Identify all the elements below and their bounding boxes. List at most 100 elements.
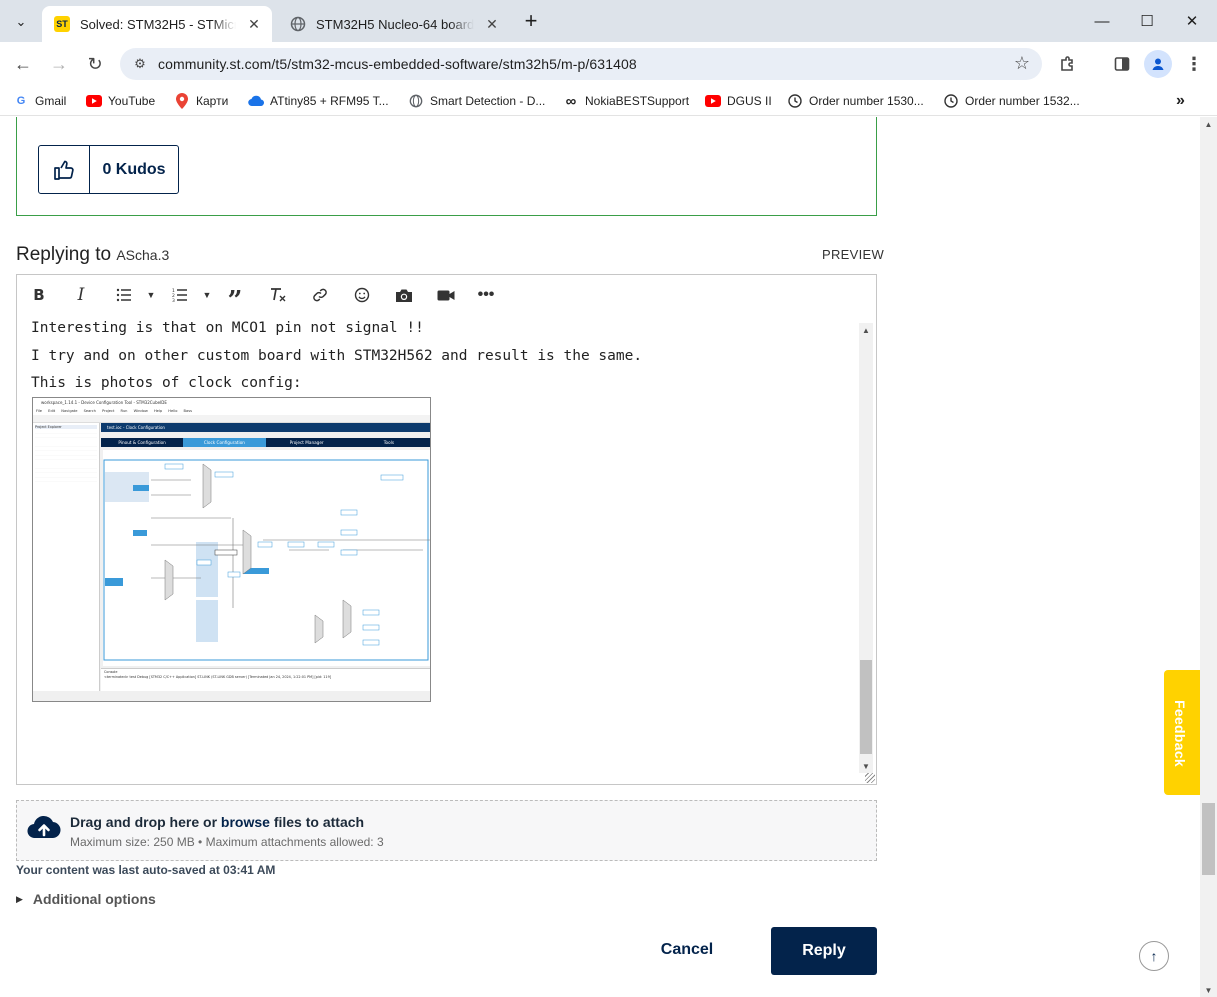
bold-icon[interactable]: B bbox=[27, 283, 51, 307]
maximize-icon[interactable]: ☐ bbox=[1133, 8, 1161, 34]
scroll-up-arrow-icon[interactable]: ▲ bbox=[859, 323, 873, 337]
forward-arrow-icon[interactable]: → bbox=[45, 50, 73, 78]
bookmark-youtube[interactable]: YouTube bbox=[86, 92, 155, 110]
bullet-list-chevron-down-icon[interactable]: ▼ bbox=[139, 283, 163, 307]
bookmark-order-2[interactable]: Order number 1532... bbox=[943, 92, 1080, 110]
embedded-tab-tools: Tools bbox=[347, 438, 430, 447]
close-icon[interactable]: ✕ bbox=[244, 14, 264, 34]
camera-icon[interactable] bbox=[392, 283, 416, 307]
infinity-icon: ∞ bbox=[565, 92, 577, 110]
editor-toolbar: B I ▼ 123 ▼ ” ••• bbox=[17, 275, 876, 315]
embedded-editor-tab: test.ioc - Clock Configuration bbox=[101, 423, 430, 432]
scroll-down-arrow-icon[interactable]: ▼ bbox=[859, 759, 873, 773]
embedded-tab-clock: Clock Configuration bbox=[183, 438, 266, 447]
tab-search-button[interactable]: ⌄ bbox=[8, 9, 34, 35]
bookmark-attiny[interactable]: ATtiny85 + RFM95 T... bbox=[248, 92, 389, 110]
more-options-icon[interactable]: ••• bbox=[474, 283, 498, 307]
embedded-menu-item: Search bbox=[83, 409, 96, 413]
numbered-list-chevron-down-icon[interactable]: ▼ bbox=[195, 283, 219, 307]
file-attach-dropzone[interactable]: Drag and drop here or browse files to at… bbox=[16, 800, 877, 861]
page-scroll-down-icon[interactable]: ▼ bbox=[1200, 983, 1217, 997]
page-scrollbar-thumb[interactable] bbox=[1202, 803, 1215, 875]
reload-icon[interactable]: ↻ bbox=[81, 50, 109, 78]
feedback-tab[interactable]: Feedback bbox=[1164, 670, 1200, 795]
bookmark-order-1[interactable]: Order number 1530... bbox=[787, 92, 924, 110]
bookmark-label: Smart Detection - D... bbox=[430, 94, 546, 108]
minimize-icon[interactable]: — bbox=[1088, 8, 1116, 34]
tab-active[interactable]: ST Solved: STM32H5 - STMicroelec ✕ bbox=[42, 6, 272, 42]
link-icon[interactable] bbox=[308, 283, 332, 307]
embedded-config-tabs: Pinout & Configuration Clock Configurati… bbox=[101, 438, 430, 447]
bookmark-maps[interactable]: Карти bbox=[174, 92, 228, 110]
extensions-icon[interactable] bbox=[1054, 50, 1082, 78]
page-scrollbar[interactable]: ▲ ▼ bbox=[1200, 117, 1217, 997]
back-to-top-arrow-icon[interactable]: ↑ bbox=[1139, 941, 1169, 971]
editor-scrollbar-thumb[interactable] bbox=[860, 660, 872, 754]
caret-right-icon: ▶ bbox=[16, 893, 23, 904]
kudos-count[interactable]: 0 Kudos bbox=[90, 146, 178, 193]
address-bar[interactable]: ⚙ community.st.com/t5/stm32-mcus-embedde… bbox=[120, 48, 1042, 80]
browse-files-link[interactable]: browse bbox=[221, 814, 270, 830]
replying-user-link[interactable]: AScha.3 bbox=[116, 247, 169, 263]
gmail-icon: G bbox=[16, 95, 26, 107]
page-scroll-up-icon[interactable]: ▲ bbox=[1200, 117, 1217, 131]
attach-instructions: Drag and drop here or browse files to at… bbox=[70, 814, 364, 830]
thumbs-up-icon[interactable] bbox=[39, 146, 90, 193]
preview-button[interactable]: PREVIEW bbox=[822, 247, 884, 262]
reply-editor: B I ▼ 123 ▼ ” ••• Interesting is that on… bbox=[16, 274, 877, 785]
globe-icon bbox=[290, 16, 306, 32]
bullet-list-icon[interactable] bbox=[112, 283, 136, 307]
embedded-menu-item: Help bbox=[153, 409, 163, 413]
attach-limits: Maximum size: 250 MB • Maximum attachmen… bbox=[70, 835, 384, 849]
clear-formatting-icon[interactable] bbox=[266, 283, 290, 307]
embedded-menubar: File Edit Navigate Search Project Run Wi… bbox=[33, 407, 430, 415]
bookmark-smart-detection[interactable]: Smart Detection - D... bbox=[408, 92, 545, 110]
emoji-icon[interactable] bbox=[350, 283, 374, 307]
profile-avatar-icon[interactable] bbox=[1144, 50, 1172, 78]
editor-line[interactable]: I try and on other custom board with STM… bbox=[31, 343, 857, 371]
quote-icon[interactable]: ” bbox=[223, 283, 247, 314]
editor-scrollbar[interactable]: ▲ ▼ bbox=[859, 323, 873, 773]
cancel-button[interactable]: Cancel bbox=[635, 932, 739, 968]
site-settings-icon[interactable]: ⚙ bbox=[132, 56, 148, 72]
editor-body[interactable]: Interesting is that on MCO1 pin not sign… bbox=[31, 315, 857, 775]
bookmark-nokia[interactable]: ∞ NokiaBESTSupport bbox=[563, 92, 689, 110]
replying-prefix: Replying to bbox=[16, 244, 112, 265]
more-bookmarks-chevron-icon[interactable]: » bbox=[1176, 92, 1185, 110]
bookmark-gmail[interactable]: G Gmail bbox=[13, 92, 67, 110]
numbered-list-icon[interactable]: 123 bbox=[168, 283, 192, 307]
tab-title: Solved: STM32H5 - STMicroelec bbox=[80, 16, 236, 32]
resize-handle-icon[interactable] bbox=[865, 773, 875, 783]
youtube-icon bbox=[86, 93, 102, 109]
embedded-clock-config-screenshot[interactable]: workspace_1.14.1 - Device Configuration … bbox=[32, 397, 431, 702]
editor-line[interactable]: Interesting is that on MCO1 pin not sign… bbox=[31, 315, 857, 343]
embedded-menu-item: File bbox=[36, 409, 43, 413]
bookmark-label: Order number 1530... bbox=[809, 94, 924, 108]
url-text[interactable]: community.st.com/t5/stm32-mcus-embedded-… bbox=[158, 56, 637, 72]
italic-icon[interactable]: I bbox=[69, 283, 93, 307]
embedded-menu-item: Edit bbox=[48, 409, 56, 413]
close-icon[interactable]: ✕ bbox=[482, 14, 502, 34]
editor-line[interactable]: This is photos of clock config: bbox=[31, 370, 857, 398]
bookmark-label: ATtiny85 + RFM95 T... bbox=[270, 94, 389, 108]
embedded-menu-item: Window bbox=[133, 409, 148, 413]
new-tab-button[interactable]: + bbox=[519, 10, 543, 34]
kudos-button[interactable]: 0 Kudos bbox=[38, 145, 179, 194]
browser-menu-icon[interactable]: ⋮ bbox=[1180, 50, 1208, 78]
side-panel-icon[interactable] bbox=[1108, 50, 1136, 78]
tab-inactive[interactable]: STM32H5 Nucleo-64 board (ME ✕ bbox=[278, 6, 510, 42]
bookmark-dgus[interactable]: DGUS II bbox=[705, 92, 772, 110]
reply-button[interactable]: Reply bbox=[771, 927, 877, 975]
back-arrow-icon[interactable]: ← bbox=[9, 50, 37, 78]
window-close-icon[interactable]: ✕ bbox=[1178, 8, 1206, 34]
bookmark-star-icon[interactable]: ☆ bbox=[1014, 53, 1030, 74]
cloud-icon bbox=[248, 93, 264, 109]
globe-icon bbox=[408, 93, 424, 109]
bookmark-label: DGUS II bbox=[727, 94, 772, 108]
video-icon[interactable] bbox=[434, 283, 458, 307]
youtube-icon bbox=[705, 93, 721, 109]
embedded-console: Console <terminated> test Debug [STM32 C… bbox=[101, 668, 430, 691]
additional-options-toggle[interactable]: ▶ Additional options bbox=[16, 891, 156, 907]
bookmarks-bar: G Gmail YouTube Карти ATtiny85 + RFM95 T… bbox=[0, 86, 1217, 116]
embedded-window-title: workspace_1.14.1 - Device Configuration … bbox=[41, 400, 167, 405]
